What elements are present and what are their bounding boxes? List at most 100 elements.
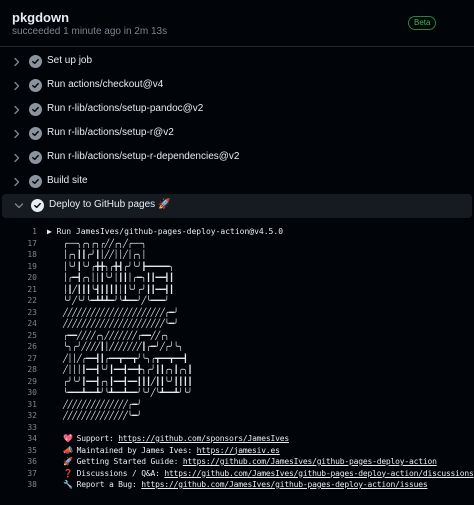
log-line: 37 ❓ Discussions / Q&A: https://github.co…: [0, 468, 474, 480]
check-circle-icon: [29, 55, 42, 68]
info-emoji: 💖: [63, 434, 73, 443]
check-circle-icon: [29, 127, 42, 140]
log-line: 26 ╰╮╭╯╱╱╱╱┃│╱╱╱╱╱╱╱┃╭━╯╱╭╯╰╮: [0, 341, 474, 353]
log-line: 33: [0, 422, 474, 434]
job-status: succeeded 1 minute ago in 2m 13s: [12, 26, 168, 37]
log-line: 21 │┃╱┃┃┃╰┫┃┃┃┃│┃╰╯╭╯┃┃━━┫┃: [0, 284, 474, 296]
step-label: Run r-lib/actions/setup-pandoc@v2: [47, 103, 204, 114]
step-label: Run r-lib/actions/setup-r@v2: [47, 127, 174, 138]
log-line: 38 🔧 Report a Bug: https://github.com/Jam…: [0, 479, 474, 491]
chevron-right-icon[interactable]: [12, 177, 22, 187]
ascii-art-line: ╰━━━┻━━┻╯╰┻━━┻━━╯╰╯╱╰┻━━┻╯╰╯: [63, 388, 193, 397]
info-link[interactable]: https://github.com/JamesIves/github-page…: [183, 457, 437, 466]
log-output: 1 ▶ Run JamesIves/github-pages-deploy-act…: [0, 226, 474, 491]
ascii-art-line: ╱╱╱╱╱╱╱╱╱╱╱╱╱╱╱╱╱╱╱╱╱╱╭━╯: [63, 307, 179, 317]
chevron-right-icon[interactable]: [12, 105, 22, 115]
log-line: 24 ╱╱╱╱╱╱╱╱╱╱╱╱╱╱╱╱╱╱╱╱╱╱╰━╯: [0, 318, 474, 330]
log-line: 27 ╱││╱╭━━┫┃╭━━┳━━┳╯╰╮╭┳━━┳━━┫: [0, 353, 474, 365]
chevron-right-icon[interactable]: [12, 81, 22, 91]
line-number: 17: [27, 238, 37, 248]
info-label: Maintained by James Ives:: [76, 445, 197, 455]
line-number: 19: [27, 261, 37, 271]
step-row[interactable]: Set up job: [0, 50, 474, 74]
ascii-art-line: │╭━┫╭╮││┃╰╯│┃┃│╭━╮┃┃━━┫┃: [63, 273, 174, 282]
header-divider: [0, 46, 474, 47]
step-row[interactable]: Deploy to GitHub pages 🚀: [2, 194, 472, 218]
line-number: 29: [27, 376, 37, 386]
ascii-art-line: ╭──╮╭╮╭╮╭╱╱╭╮╱╭──╮: [63, 238, 147, 248]
log-line-run: 1 ▶ Run JamesIves/github-pages-deploy-act…: [0, 226, 474, 238]
chevron-right-icon[interactable]: [12, 153, 22, 163]
step-label: Deploy to GitHub pages 🚀: [49, 199, 171, 210]
log-line: 23 ╱╱╱╱╱╱╱╱╱╱╱╱╱╱╱╱╱╱╱╱╱╱╭━╯: [0, 307, 474, 319]
chevron-down-icon[interactable]: [14, 201, 24, 211]
log-line: 18 │╭╮┃┃╭╯┃│╱╱││╱│╭╮│: [0, 249, 474, 261]
info-line: ❓ Discussions / Q&A: https://github.com/…: [63, 468, 474, 480]
line-number: 28: [27, 365, 37, 374]
step-row[interactable]: Run actions/checkout@v4: [0, 74, 474, 98]
info-emoji: 🔧: [63, 480, 73, 489]
line-number: 22: [27, 296, 37, 305]
ascii-art-line: ╱││╱╭━━┫┃╭━━┳━━┳╯╰╮╭┳━━┳━━┫: [63, 353, 188, 363]
info-link[interactable]: https://github.com/JamesIves/github-page…: [164, 469, 474, 478]
line-number: 20: [27, 273, 37, 282]
info-line: 📣 Maintained by James Ives: https://jame…: [63, 445, 280, 457]
log-line: 25 ╭━━╱╱╱╱╭╮╱╱╱╱╱╱╱╭━━╱╱╭╮: [0, 330, 474, 342]
ascii-art-line: ╰╯╱╰╯╰━┻┻┻━╯╰┻━━╯╱╰━━━╯: [63, 296, 170, 305]
info-line: 🔧 Report a Bug: https://github.com/James…: [63, 479, 428, 491]
info-link[interactable]: https://github.com/sponsors/JamesIves: [118, 434, 289, 443]
check-circle-icon: [29, 151, 42, 164]
line-number: 34: [27, 434, 37, 443]
line-number: 35: [27, 445, 37, 455]
step-row[interactable]: Run r-lib/actions/setup-pandoc@v2: [0, 98, 474, 122]
step-row[interactable]: Run r-lib/actions/setup-r@v2: [0, 122, 474, 146]
line-number: 36: [27, 457, 37, 466]
step-row[interactable]: Run r-lib/actions/setup-r-dependencies@v…: [0, 146, 474, 170]
line-number: 31: [27, 399, 37, 409]
run-command[interactable]: ▶ Run JamesIves/github-pages-deploy-acti…: [47, 226, 283, 238]
steps-list: Set up job Run actions/checkout@v4 Run r-l…: [0, 50, 474, 218]
line-number: 30: [27, 388, 37, 397]
ascii-art-line: ╱╱╱╱╱╱╱╱╱╱╱╱╱╱╰━╯: [63, 411, 142, 420]
step-label: Set up job: [47, 55, 93, 66]
info-label: Discussions / Q&A:: [76, 468, 165, 478]
job-log-panel: pkgdown succeeded 1 minute ago in 2m 13s…: [0, 0, 474, 505]
step-row[interactable]: Build site: [0, 170, 474, 194]
ascii-art-line: │┃╱┃┃┃╰┫┃┃┃┃│┃╰╯╭╯┃┃━━┫┃: [63, 284, 174, 294]
log-line: 36 🚀 Getting Started Guide: https://githu…: [0, 456, 474, 468]
line-number: 18: [27, 250, 37, 259]
check-circle-icon: [29, 103, 42, 116]
line-number: 1: [32, 227, 37, 236]
line-number: 26: [27, 342, 37, 351]
log-line: 31 ╱╱╱╱╱╱╱╱╱╱╱╱╱╱╭━╯: [0, 399, 474, 411]
job-header: pkgdown succeeded 1 minute ago in 2m 13s…: [0, 0, 474, 46]
log-line: 29 ╭╯╰╯┃━━┫╭╮┃━━┫━━┃┃┃╱┃┃╰╯┃┃┃┃: [0, 376, 474, 388]
line-number: 25: [27, 330, 37, 340]
beta-badge: Beta: [408, 16, 437, 30]
log-line: 17 ╭──╮╭╮╭╮╭╱╱╭╮╱╭──╮: [0, 238, 474, 250]
line-number: 38: [27, 480, 37, 489]
step-label: Run r-lib/actions/setup-r-dependencies@v…: [47, 151, 240, 162]
ascii-art-line: ╰╮╭╯╱╱╱╱┃│╱╱╱╱╱╱╱┃╭━╯╱╭╯╰╮: [63, 342, 184, 351]
info-label: Report a Bug:: [76, 480, 142, 489]
chevron-right-icon[interactable]: [12, 129, 22, 139]
ascii-art-line: │╰╯┃╰╯╭╋╋╮╭╋┫╭╯╰╯┣━━━━━╮: [63, 261, 174, 271]
step-label: Build site: [47, 175, 88, 186]
info-emoji: 📣: [63, 445, 73, 455]
info-link[interactable]: https://jamesiv.es: [197, 446, 280, 455]
log-line: 30 ╰━━━┻━━┻╯╰┻━━┻━━╯╰╯╱╰┻━━┻╯╰╯: [0, 387, 474, 399]
log-line: 32 ╱╱╱╱╱╱╱╱╱╱╱╱╱╱╰━╯: [0, 410, 474, 422]
log-line: 19 │╰╯┃╰╯╭╋╋╮╭╋┫╭╯╰╯┣━━━━━╮: [0, 261, 474, 273]
chevron-right-icon[interactable]: [12, 57, 22, 67]
info-line: 🚀 Getting Started Guide: https://github.…: [63, 456, 437, 468]
log-line: 20 │╭━┫╭╮││┃╰╯│┃┃│╭━╮┃┃━━┫┃: [0, 272, 474, 284]
info-emoji: ❓: [63, 468, 73, 478]
check-circle-icon: [31, 199, 44, 212]
line-number: 32: [27, 411, 37, 420]
line-number: 37: [27, 468, 37, 478]
info-label: Support:: [76, 434, 119, 443]
line-number: 24: [27, 319, 37, 328]
ascii-art-line: ╭━━╱╱╱╱╭╮╱╱╱╱╱╱╱╭━━╱╱╭╮: [63, 330, 170, 340]
ascii-art-line: ╱│││┃━━┫╰╯┃━━┫━━╋╮╭╯┃┃╭╮┃╭╮┃: [63, 365, 193, 374]
info-link[interactable]: https://github.com/JamesIves/github-page…: [141, 480, 427, 489]
